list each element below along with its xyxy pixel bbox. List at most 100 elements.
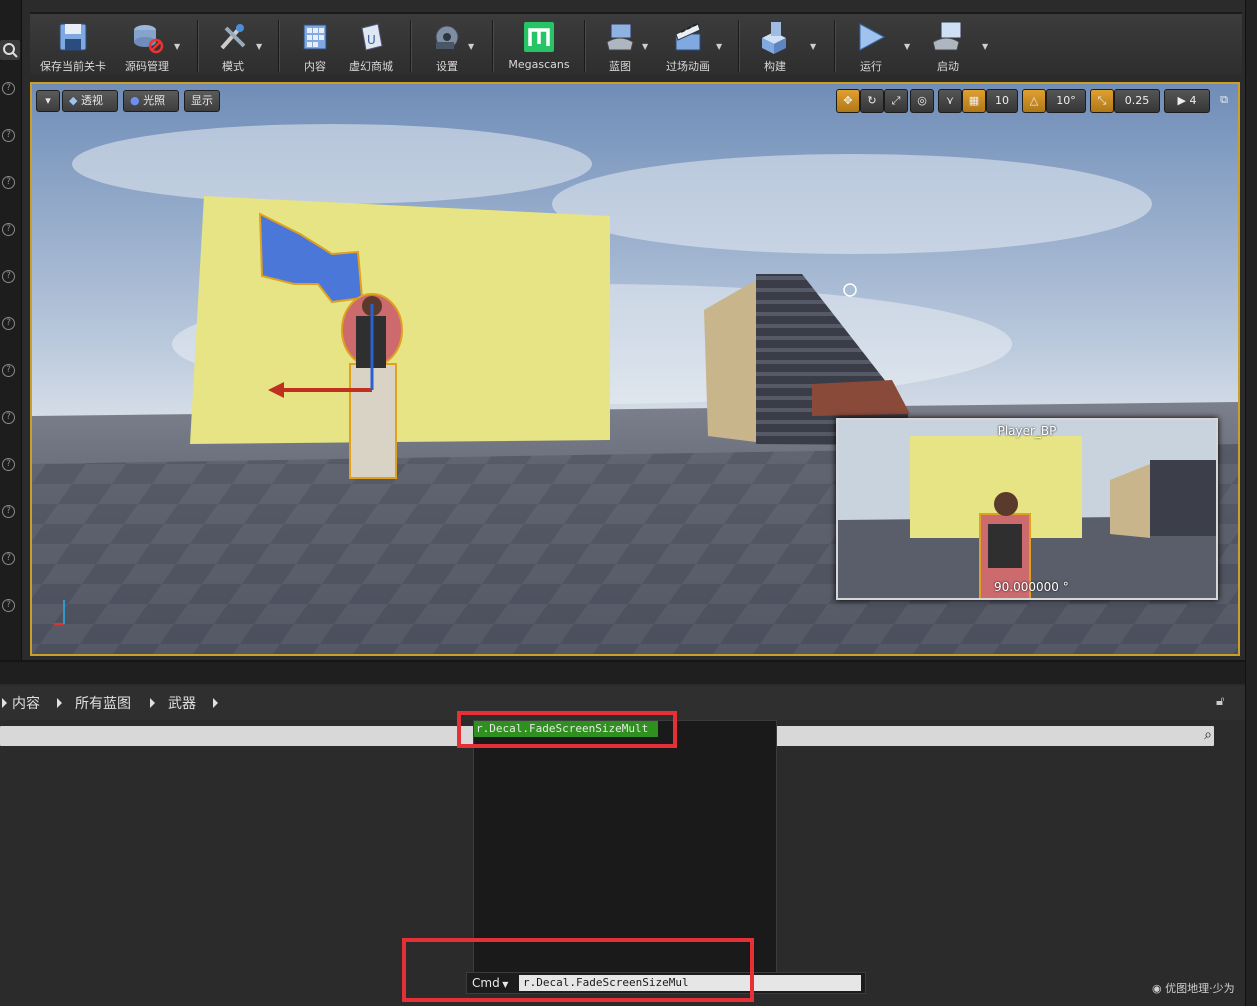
toolbar-label: 启动 [937, 60, 959, 73]
source-control-button[interactable]: 源码管理 [118, 16, 176, 76]
help-icon[interactable]: ? [2, 82, 15, 95]
marketplace-button[interactable]: U 虚幻商城 [342, 16, 400, 76]
highlight-box-suggestion [457, 711, 677, 748]
help-icon[interactable]: ? [2, 364, 15, 377]
chevron-down-icon[interactable]: ▼ [904, 42, 910, 51]
launch-icon [932, 21, 962, 51]
grid-snap-icon[interactable]: ▦ [962, 89, 986, 113]
play-icon [859, 23, 886, 51]
preview-title: Player_BP [997, 424, 1057, 438]
cinematics-button[interactable]: 过场动画 [660, 16, 716, 76]
rotation-snap-icon[interactable]: △ [1022, 89, 1046, 113]
level-viewport[interactable]: ▾ ◆ 透视 ● 光照 显示 ✥ ↻ ⤢ ◎ ⋎ ▦ 10 △ 10° ⤡ 0.… [30, 82, 1240, 656]
blueprints-button[interactable]: 蓝图 [592, 16, 648, 76]
settings-button[interactable]: 设置 [422, 16, 472, 76]
chevron-right-icon[interactable] [150, 698, 155, 708]
launch-button[interactable]: 启动 [920, 16, 976, 76]
toolbar-label: 保存当前关卡 [40, 60, 106, 73]
help-icon[interactable]: ? [2, 505, 15, 518]
right-panel-strip [1245, 0, 1257, 1006]
help-icon[interactable]: ? [2, 599, 15, 612]
svg-text:U: U [367, 33, 376, 47]
lock-icon[interactable]: 🔓︎ [1216, 694, 1224, 709]
help-icon[interactable]: ? [2, 223, 15, 236]
grid-snap-value[interactable]: 10 [986, 89, 1018, 113]
megascans-button[interactable]: Megascans [502, 16, 576, 76]
chevron-down-icon[interactable]: ▼ [468, 42, 474, 51]
content-button[interactable]: 内容 [288, 16, 342, 76]
toolbar-label: 源码管理 [125, 60, 169, 73]
editor-window: ? ? ? ? ? ? ? ? ? ? ? ? 保存当前关卡 源码管理 ▼ 模式… [0, 0, 1257, 1006]
help-icon[interactable]: ? [2, 458, 15, 471]
world-space-icon[interactable]: ◎ [910, 89, 934, 113]
scale-tool-icon[interactable]: ⤢ [884, 89, 908, 113]
save-icon [59, 23, 87, 51]
toolbar-label: 过场动画 [666, 60, 710, 73]
toolbar-label: 运行 [860, 60, 882, 73]
save-current-level-button[interactable]: 保存当前关卡 [34, 16, 112, 76]
left-panel-strip: ? ? ? ? ? ? ? ? ? ? ? ? [0, 0, 22, 660]
help-icon[interactable]: ? [2, 270, 15, 283]
build-button[interactable]: 构建 [748, 16, 802, 76]
preview-render [838, 420, 1216, 598]
scale-snap-icon[interactable]: ⤡ [1090, 89, 1114, 113]
help-icon[interactable]: ? [2, 176, 15, 189]
toolbar-label: Megascans [508, 58, 570, 71]
chevron-right-icon [2, 698, 7, 708]
blueprints-icon [606, 23, 634, 51]
source-control-icon [134, 25, 164, 54]
viewport-options-button[interactable]: ▾ [36, 90, 60, 112]
breadcrumb-item-content[interactable]: 内容 [12, 693, 40, 713]
help-icon[interactable]: ? [2, 317, 15, 330]
lit-sphere-icon: ● [130, 94, 140, 107]
chevron-right-icon[interactable] [213, 698, 218, 708]
content-icon [303, 24, 327, 50]
modes-icon [220, 24, 246, 50]
search-icon[interactable] [0, 40, 20, 60]
chevron-down-icon[interactable]: ▼ [810, 42, 816, 51]
lighting-button[interactable]: ● 光照 [123, 90, 179, 112]
show-button[interactable]: 显示 [184, 90, 220, 112]
settings-icon [435, 25, 459, 49]
translate-tool-icon[interactable]: ✥ [836, 89, 860, 113]
watermark: ◉ 优图地理·少为 [1152, 982, 1235, 995]
surface-snap-icon[interactable]: ⋎ [938, 89, 962, 113]
rotate-tool-icon[interactable]: ↻ [860, 89, 884, 113]
chevron-down-icon[interactable]: ▼ [716, 42, 722, 51]
eye-icon: ◉ [1152, 982, 1162, 995]
chevron-down-icon[interactable]: ▼ [174, 42, 180, 51]
perspective-button[interactable]: ◆ 透视 [62, 90, 118, 112]
chevron-down-icon[interactable]: ▼ [642, 42, 648, 51]
build-icon [762, 22, 786, 54]
help-icon[interactable]: ? [2, 552, 15, 565]
panel-divider[interactable] [0, 660, 1257, 684]
search-icon[interactable]: ⌕ [1204, 727, 1212, 743]
marketplace-icon: U [361, 23, 383, 51]
help-icon[interactable]: ? [2, 129, 15, 142]
toolbar-label: 虚幻商城 [349, 60, 393, 73]
toolbar-label: 蓝图 [609, 60, 631, 73]
chevron-right-icon[interactable] [57, 698, 62, 708]
chevron-down-icon[interactable]: ▼ [982, 42, 988, 51]
modes-button[interactable]: 模式 [206, 16, 260, 76]
toolbar-label: 构建 [764, 60, 786, 73]
camera-icon: ▶ [1177, 94, 1186, 107]
camera-preview: Player_BP 90.000000 ° [836, 418, 1218, 600]
scale-snap-value[interactable]: 0.25 [1114, 89, 1160, 113]
chevron-down-icon[interactable]: ▼ [256, 42, 262, 51]
perspective-icon: ◆ [69, 94, 78, 107]
highlight-box-command [402, 938, 754, 1002]
megascans-icon [524, 22, 554, 52]
breadcrumb-item-all-blueprints[interactable]: 所有蓝图 [75, 693, 131, 713]
maximize-viewport-icon[interactable]: ⧉ [1214, 89, 1234, 113]
play-button[interactable]: 运行 [844, 16, 898, 76]
cinematics-icon [675, 23, 701, 51]
toolbar-label: 设置 [436, 60, 458, 73]
toolbar-label: 模式 [222, 60, 244, 73]
rotation-snap-value[interactable]: 10° [1046, 89, 1086, 113]
camera-speed-button[interactable]: ▶ 4 [1164, 89, 1210, 113]
toolbar-label: 内容 [304, 60, 326, 73]
breadcrumb-item-weapons[interactable]: 武器 [168, 693, 196, 713]
help-icon[interactable]: ? [2, 411, 15, 424]
preview-angle: 90.000000 ° [994, 580, 1069, 594]
